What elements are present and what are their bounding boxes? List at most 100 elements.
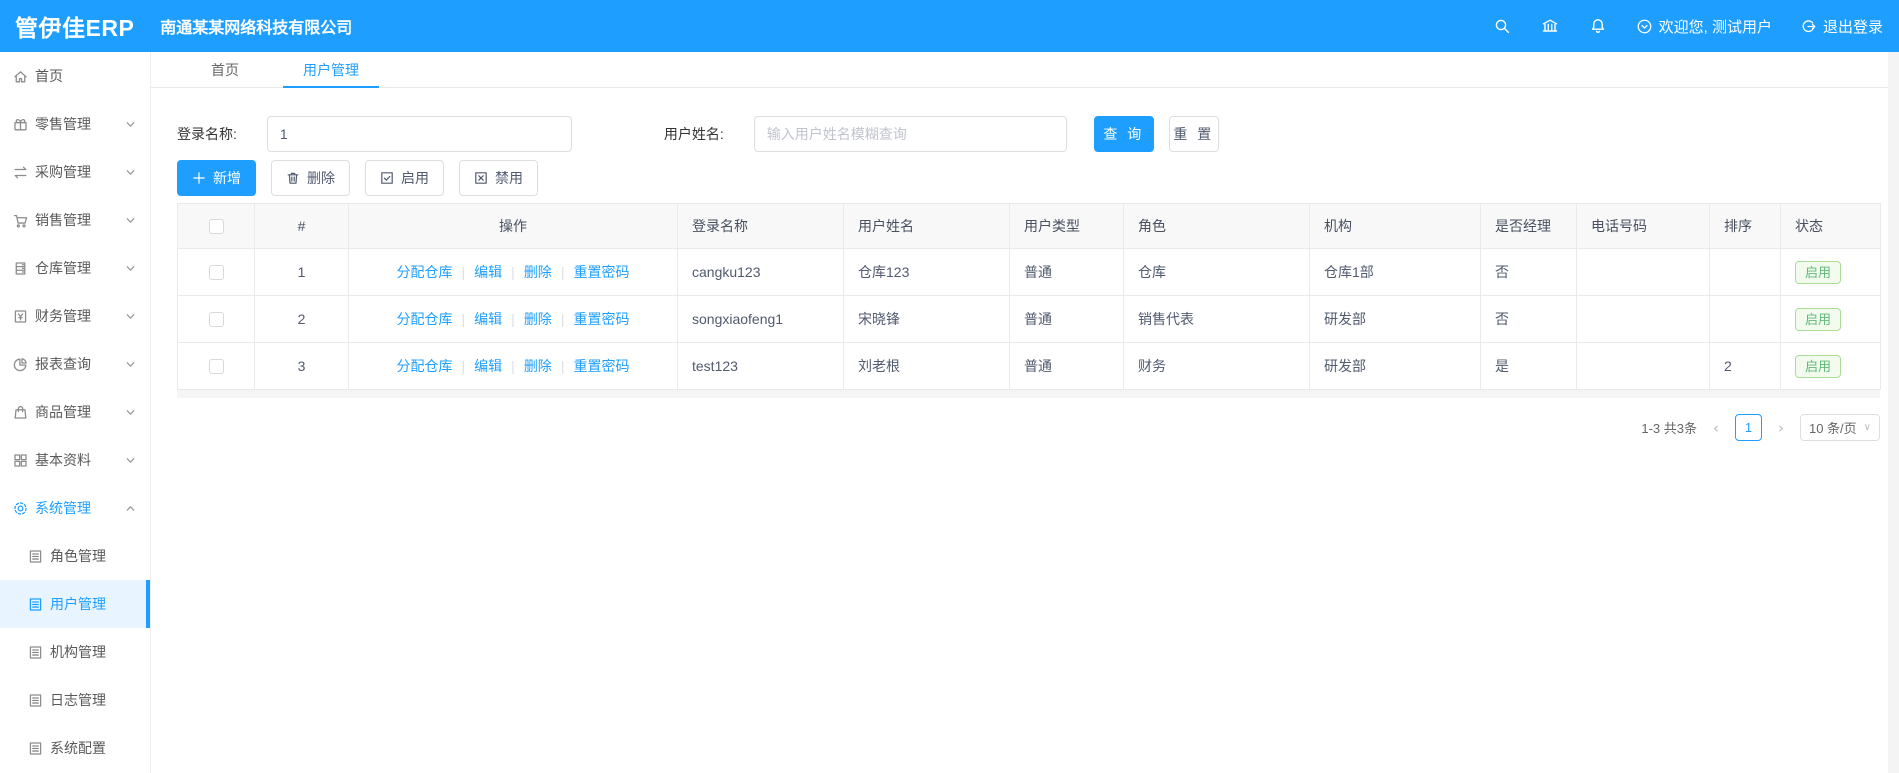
op-link[interactable]: 重置密码 — [572, 356, 630, 376]
column-header: 用户类型 — [1009, 203, 1124, 249]
sidebar-subitem-1[interactable]: 用户管理 — [0, 580, 150, 628]
op-link[interactable]: 分配仓库 — [396, 262, 454, 282]
cart-icon — [12, 212, 29, 229]
trash-icon — [286, 171, 300, 185]
login-name-label: 登录名称: — [177, 126, 237, 142]
doc-icon — [27, 692, 44, 709]
column-header: 状态 — [1780, 203, 1881, 249]
sidebar: 首页 零售管理 采购管理 销售管理 仓库管理 财务管理 报表查询 商品管理 基本资料 系统管理 角色… — [0, 52, 151, 773]
logout-text: 退出登录 — [1822, 18, 1883, 36]
chevron-down-icon — [125, 119, 136, 130]
doc-icon — [27, 644, 44, 661]
row-checkbox[interactable] — [208, 265, 224, 281]
sidebar-subitem-3[interactable]: 日志管理 — [0, 676, 150, 724]
op-link[interactable]: 分配仓库 — [396, 309, 454, 329]
column-header: 电话号码 — [1576, 203, 1710, 249]
tab-1[interactable]: 用户管理 — [283, 52, 379, 88]
sidebar-subitem-0[interactable]: 角色管理 — [0, 532, 150, 580]
op-link[interactable]: 编辑 — [473, 262, 503, 282]
table-head: # 操作 登录名称 用户姓名 用户类型 角色 机构 是否经理 电话号码 排序 状态 — [177, 203, 1881, 249]
tab-bar: 首页 用户管理 — [151, 52, 1899, 88]
user-dropdown-icon — [1637, 19, 1652, 33]
sidebar-item-0[interactable]: 首页 — [0, 52, 150, 100]
search-icon[interactable] — [1492, 16, 1512, 36]
chevron-down-icon — [125, 167, 136, 178]
sidebar-menu: 首页 零售管理 采购管理 销售管理 仓库管理 财务管理 报表查询 商品管理 基本资料 系统管理 角色… — [0, 52, 150, 772]
check-square-icon — [380, 171, 394, 185]
grid-icon — [12, 452, 29, 469]
plus-icon — [192, 171, 206, 185]
vertical-scrollbar[interactable] — [1888, 52, 1899, 773]
logout-button[interactable]: 退出登录 — [1800, 16, 1883, 37]
op-link[interactable]: 删除 — [523, 356, 553, 376]
tab-0[interactable]: 首页 — [191, 52, 259, 87]
header-actions: 欢迎您, 测试用户 退出登录 — [1492, 16, 1899, 37]
disable-button[interactable]: 禁用 — [459, 160, 538, 196]
chevron-down-icon — [125, 311, 136, 322]
bell-icon[interactable] — [1588, 16, 1608, 36]
chevron-up-icon — [125, 503, 136, 514]
content-area: 首页用户管理 登录名称: 用户姓名: 查 询 重 置 新增删除启用禁用 — [151, 52, 1899, 773]
sidebar-subitem-2[interactable]: 机构管理 — [0, 628, 150, 676]
doc-icon — [27, 548, 44, 565]
query-button[interactable]: 查 询 — [1093, 116, 1154, 152]
chevron-down-icon — [125, 455, 136, 466]
sidebar-item-4[interactable]: 仓库管理 — [0, 244, 150, 292]
select-all-checkbox[interactable] — [208, 219, 224, 235]
chevron-down-icon: ∨ — [1863, 422, 1871, 433]
page-size-select[interactable]: 10 条/页 ∨ — [1799, 414, 1880, 441]
current-page-button[interactable]: 1 — [1734, 414, 1762, 441]
user-table: # 操作 登录名称 用户姓名 用户类型 角色 机构 是否经理 电话号码 排序 状态 1 分配仓库 | 编辑… — [177, 203, 1881, 390]
next-page-icon[interactable]: › — [1776, 419, 1786, 437]
sidebar-item-7[interactable]: 商品管理 — [0, 388, 150, 436]
swap-icon — [12, 164, 29, 181]
gift-icon — [12, 116, 29, 133]
status-badge: 启用 — [1795, 354, 1842, 378]
delete-button[interactable]: 删除 — [271, 160, 350, 196]
op-link[interactable]: 编辑 — [473, 356, 503, 376]
prev-page-icon[interactable]: ‹ — [1711, 419, 1721, 437]
table-row: 3 分配仓库 | 编辑 | 删除 | 重置密码 test123 刘老根 普通 财务 研发部是 2 启用 — [177, 342, 1881, 390]
search-form: 登录名称: 用户姓名: 查 询 重 置 — [177, 116, 1880, 152]
page-size-value: 10 条/页 — [1808, 421, 1857, 436]
sidebar-item-6[interactable]: 报表查询 — [0, 340, 150, 388]
op-link[interactable]: 重置密码 — [572, 262, 630, 282]
op-link[interactable]: 重置密码 — [572, 309, 630, 329]
user-menu[interactable]: 欢迎您, 测试用户 — [1636, 16, 1772, 37]
chevron-down-icon — [125, 263, 136, 274]
warehouse-icon — [12, 260, 29, 277]
op-link[interactable]: 分配仓库 — [396, 356, 454, 376]
column-header: 机构 — [1309, 203, 1481, 249]
op-link[interactable]: 删除 — [523, 262, 553, 282]
sidebar-item-8[interactable]: 基本资料 — [0, 436, 150, 484]
app-logo: 管伊佳ERP — [15, 15, 135, 41]
op-link[interactable]: 删除 — [523, 309, 553, 329]
add-button[interactable]: 新增 — [177, 160, 256, 196]
chevron-down-icon — [125, 215, 136, 226]
row-checkbox[interactable] — [208, 359, 224, 375]
table-body: 1 分配仓库 | 编辑 | 删除 | 重置密码 cangku123 仓库123 普通 仓库 仓库1部否启… — [177, 248, 1881, 390]
sidebar-item-5[interactable]: 财务管理 — [0, 292, 150, 340]
horizontal-scrollbar[interactable] — [177, 390, 1880, 398]
enable-button[interactable]: 启用 — [365, 160, 444, 196]
chevron-down-icon — [125, 359, 136, 370]
sidebar-item-3[interactable]: 销售管理 — [0, 196, 150, 244]
row-checkbox[interactable] — [208, 312, 224, 328]
status-badge: 启用 — [1795, 307, 1842, 331]
sidebar-item-2[interactable]: 采购管理 — [0, 148, 150, 196]
pagination: 1-3 共3条 ‹ 1 › 10 条/页 ∨ — [177, 414, 1880, 441]
column-header: 排序 — [1709, 203, 1781, 249]
op-link[interactable]: 编辑 — [473, 309, 503, 329]
sidebar-item-9[interactable]: 系统管理 — [0, 484, 150, 532]
login-name-input[interactable] — [266, 116, 572, 152]
user-name-label: 用户姓名: — [663, 126, 724, 142]
doc-icon — [27, 596, 44, 613]
bank-icon[interactable] — [1540, 16, 1560, 36]
goods-icon — [12, 404, 29, 421]
user-name-input[interactable] — [753, 116, 1067, 152]
sidebar-subitem-4[interactable]: 系统配置 — [0, 724, 150, 772]
logout-icon — [1802, 19, 1816, 32]
chevron-down-icon — [125, 407, 136, 418]
reset-button[interactable]: 重 置 — [1168, 116, 1219, 152]
sidebar-item-1[interactable]: 零售管理 — [0, 100, 150, 148]
